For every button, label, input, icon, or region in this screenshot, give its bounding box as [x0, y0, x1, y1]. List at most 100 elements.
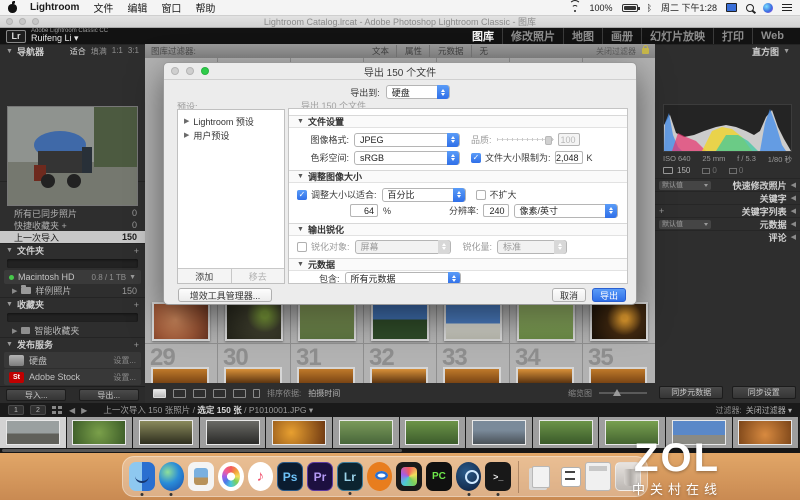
- quick-develop-preset-dropdown[interactable]: 默认值: [659, 181, 711, 190]
- filmstrip-photo[interactable]: [733, 417, 800, 448]
- filter-attribute[interactable]: 属性: [398, 45, 430, 57]
- filmstrip-photo[interactable]: [200, 417, 267, 448]
- photo-thumbnail[interactable]: [589, 367, 647, 383]
- quick-develop-header[interactable]: 默认值 快速修改照片 ◀: [655, 178, 800, 191]
- file-size-limit-checkbox[interactable]: ✓: [471, 153, 481, 163]
- survey-view-icon[interactable]: [213, 389, 226, 398]
- lock-icon[interactable]: [642, 48, 649, 54]
- filmstrip-photo[interactable]: [533, 417, 600, 448]
- volume-arrow-icon[interactable]: ▼: [129, 274, 136, 281]
- histogram-header[interactable]: 直方图 ▼: [655, 44, 800, 58]
- preset-group-lightroom[interactable]: ▶ Lightroom 预设: [178, 114, 284, 128]
- menu-window[interactable]: 窗口: [161, 0, 181, 15]
- photo-thumbnail[interactable]: [371, 302, 429, 341]
- photo-thumbnail[interactable]: [224, 367, 282, 383]
- import-button[interactable]: 导入...: [6, 389, 66, 401]
- folder-sample-photos[interactable]: ▶ 样例照片 150: [0, 284, 145, 297]
- zoom-fit[interactable]: 适合: [70, 46, 86, 57]
- sync-metadata-button[interactable]: 同步元数据: [659, 386, 723, 399]
- publish-setup-link[interactable]: 设置...: [113, 372, 136, 383]
- next-photo-arrow-icon[interactable]: ▶: [81, 406, 87, 415]
- filmstrip-photo[interactable]: [133, 417, 200, 448]
- navigator-preview[interactable]: [7, 106, 138, 206]
- folders-filter-bar[interactable]: [7, 259, 138, 268]
- module-library[interactable]: 图库: [464, 28, 503, 44]
- file-size-limit-field[interactable]: 2,048: [555, 151, 583, 164]
- resize-checkbox[interactable]: ✓: [297, 190, 307, 200]
- photo-thumbnail[interactable]: [472, 420, 526, 445]
- photo-thumbnail[interactable]: [444, 302, 502, 341]
- photo-thumbnail[interactable]: [139, 420, 193, 445]
- painter-tool-icon[interactable]: [253, 389, 260, 398]
- bluetooth-icon[interactable]: ᛒ: [647, 3, 652, 13]
- percent-field[interactable]: 64: [350, 204, 378, 217]
- comments-header[interactable]: 评论 ◀: [655, 230, 800, 243]
- metadata-header[interactable]: ▼ 元数据: [289, 258, 627, 271]
- zoom-3-1[interactable]: 3:1: [128, 46, 139, 57]
- resolution-field[interactable]: 240: [483, 204, 509, 217]
- export-button[interactable]: 导出...: [79, 389, 139, 401]
- filmstrip-photo[interactable]: [67, 417, 134, 448]
- spotlight-icon[interactable]: [746, 4, 754, 12]
- resolution-unit-dropdown[interactable]: 像素/英寸: [514, 204, 618, 218]
- filmstrip-source-info[interactable]: 上一次导入 150 张照片 / 选定 150 张 / P1010001.JPG …: [103, 404, 313, 416]
- sharpen-checkbox[interactable]: [297, 242, 307, 252]
- final-cut-pro-icon[interactable]: [396, 462, 422, 491]
- filter-metadata[interactable]: 元数据: [431, 45, 472, 57]
- minimized-window-icon[interactable]: [585, 462, 611, 491]
- second-window-button[interactable]: 2: [30, 405, 46, 415]
- export-to-dropdown[interactable]: 硬盘: [386, 85, 450, 99]
- thumbnail-size-slider[interactable]: [599, 392, 647, 394]
- add-collection-button[interactable]: +: [134, 300, 139, 310]
- menu-help[interactable]: 帮助: [195, 0, 215, 15]
- navigator-header[interactable]: ▼ 导航器 适合 填满 1:1 3:1: [0, 44, 145, 58]
- sync-settings-button[interactable]: 同步设置: [732, 386, 796, 399]
- photo-thumbnail[interactable]: [405, 420, 459, 445]
- grid-cell[interactable]: 29: [145, 344, 218, 383]
- menu-file[interactable]: 文件: [93, 0, 113, 15]
- go-to-grid-icon[interactable]: [52, 406, 63, 415]
- grid-cell[interactable]: 30: [218, 344, 291, 383]
- export-confirm-button[interactable]: 导出: [592, 288, 626, 302]
- photo-thumbnail[interactable]: [539, 420, 593, 445]
- photo-thumbnail[interactable]: [225, 302, 283, 341]
- preview-icon[interactable]: [188, 462, 214, 491]
- grid-cell[interactable]: [218, 300, 291, 343]
- collections-filter-bar[interactable]: [7, 313, 138, 322]
- grid-cell[interactable]: 35: [583, 344, 655, 383]
- sort-value-dropdown[interactable]: 拍摄时间: [308, 388, 340, 399]
- filter-text[interactable]: 文本: [365, 45, 397, 57]
- steam-icon[interactable]: [456, 462, 482, 491]
- zoom-1-1[interactable]: 1:1: [112, 46, 123, 57]
- export-settings-panel[interactable]: ▼ 文件设置 图像格式: JPEG 品质: 100 色彩空间: sRGB: [288, 108, 628, 284]
- presets-list[interactable]: ▶ Lightroom 预设 ▶ 用户预设 添加 移去: [177, 109, 285, 284]
- folders-header[interactable]: ▼ 文件夹 +: [0, 243, 145, 257]
- photo-thumbnail[interactable]: [297, 367, 355, 383]
- keyword-list-header[interactable]: + 关键字列表 ◀: [655, 204, 800, 217]
- previous-photo-arrow-icon[interactable]: ◀: [69, 406, 75, 415]
- catalog-synced-photos[interactable]: 所有已同步照片 0: [0, 207, 145, 219]
- filmstrip-photo[interactable]: [466, 417, 533, 448]
- module-book[interactable]: 画册: [603, 28, 642, 44]
- grid-cell[interactable]: [582, 300, 655, 343]
- module-map[interactable]: 地图: [564, 28, 603, 44]
- resize-fit-dropdown[interactable]: 百分比: [382, 188, 466, 202]
- keywording-header[interactable]: 关键字 ◀: [655, 191, 800, 204]
- preset-group-user[interactable]: ▶ 用户预设: [178, 128, 284, 142]
- grid-cell[interactable]: [145, 300, 218, 343]
- filmstrip-photo[interactable]: [400, 417, 467, 448]
- smart-collections-row[interactable]: ▶ 智能收藏夹: [0, 324, 145, 337]
- zoom-fill[interactable]: 填满: [91, 46, 107, 57]
- photo-thumbnail[interactable]: [517, 302, 575, 341]
- grid-cell[interactable]: 33: [437, 344, 510, 383]
- photo-thumbnail[interactable]: [516, 367, 574, 383]
- photo-thumbnail[interactable]: [590, 302, 648, 341]
- siri-icon[interactable]: [763, 3, 773, 13]
- add-folder-button[interactable]: +: [134, 246, 139, 256]
- grid-cell[interactable]: [291, 300, 364, 343]
- grid-cell[interactable]: 34: [510, 344, 583, 383]
- filmstrip-photo[interactable]: [333, 417, 400, 448]
- color-space-dropdown[interactable]: sRGB: [354, 151, 460, 165]
- menu-app[interactable]: Lightroom: [30, 2, 79, 13]
- battery-icon[interactable]: [622, 4, 638, 12]
